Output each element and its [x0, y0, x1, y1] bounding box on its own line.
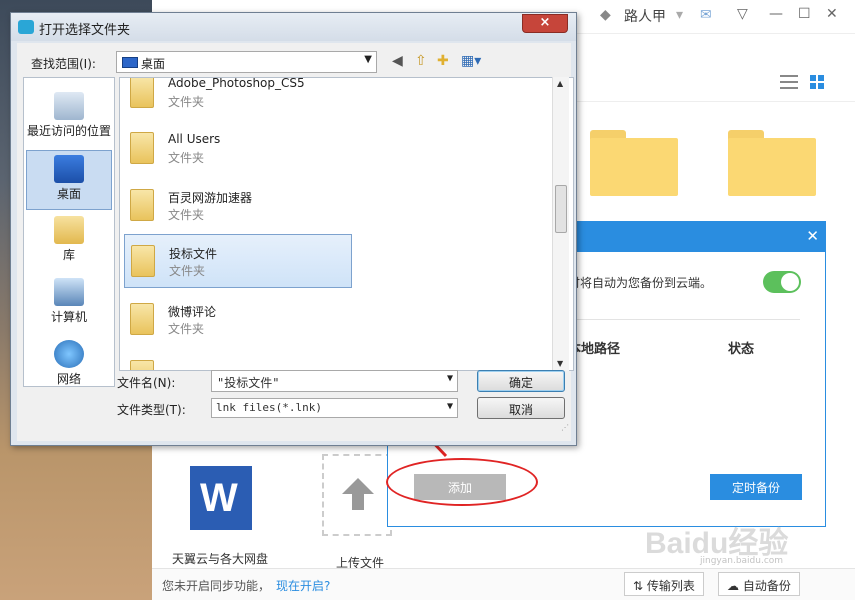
app-icon: [18, 20, 34, 34]
folder-icon: [130, 78, 154, 108]
file-list: Adobe_Photoshop_CS5 文件夹 All Users 文件夹 百灵…: [119, 77, 574, 371]
user-name[interactable]: 路人甲: [624, 6, 666, 26]
folder-icon: [130, 189, 154, 221]
place-computer[interactable]: 计算机: [24, 274, 114, 334]
watermark-url: jingyan.baidu.com: [700, 556, 784, 566]
scrollbar-thumb[interactable]: [555, 185, 567, 233]
sync-status-text: 您未开启同步功能，: [162, 579, 271, 593]
dialog-title: 打开选择文件夹: [39, 23, 131, 38]
item-type: 文件夹: [169, 264, 206, 278]
transfer-list-label: 传输列表: [646, 579, 695, 593]
upload-file-tile[interactable]: [322, 454, 392, 536]
scheduled-backup-button[interactable]: 定时备份: [710, 474, 802, 500]
item-name: 百灵网游加速器: [168, 191, 253, 205]
chevron-down-icon: ▼: [364, 54, 372, 65]
upload-arrow-icon: [342, 478, 374, 494]
transfer-list-button[interactable]: ⇅ 传输列表: [624, 572, 704, 596]
resize-grip-icon[interactable]: ⋰: [561, 423, 571, 433]
item-name: All Users: [168, 132, 221, 146]
place-network[interactable]: 网络: [24, 336, 114, 396]
dialog-close-button[interactable]: ×: [522, 14, 568, 33]
list-item[interactable]: 百灵网游加速器 文件夹: [124, 179, 352, 233]
dialog-titlebar: 打开选择文件夹 ×: [11, 13, 576, 41]
minimize-icon[interactable]: —: [769, 6, 783, 22]
back-icon[interactable]: ◀: [392, 53, 403, 69]
annotation-circle: [386, 458, 538, 506]
list-view-icon[interactable]: [780, 75, 798, 89]
chevron-down-icon[interactable]: ▾: [676, 7, 683, 23]
place-label: 桌面: [56, 187, 81, 201]
library-icon: [54, 216, 84, 244]
filename-label: 文件名(N):: [117, 376, 176, 390]
look-in-value: 桌面: [141, 57, 166, 71]
look-in-select[interactable]: 桌面 ▼: [116, 51, 377, 73]
filetype-label: 文件类型(T):: [117, 403, 186, 417]
item-name: 微博评论: [168, 305, 217, 319]
filetype-select[interactable]: lnk files(*.lnk) ▼: [211, 398, 458, 418]
folder-icon: [130, 360, 154, 370]
scroll-down-icon[interactable]: ▼: [557, 359, 563, 368]
place-library[interactable]: 库: [24, 212, 114, 272]
look-in-label: 查找范围(I):: [31, 57, 96, 71]
desktop-icon: [54, 155, 84, 183]
folder-picker-dialog: 打开选择文件夹 × 查找范围(I): 桌面 ▼ ◀ ⇧ ✚ ▦▾ 最近访问的位置…: [10, 12, 577, 446]
column-header-status: 状态: [728, 342, 755, 357]
place-desktop[interactable]: 桌面: [26, 150, 112, 210]
list-item[interactable]: All Users 文件夹: [124, 122, 352, 176]
item-type: 文件夹: [168, 95, 205, 109]
new-folder-icon[interactable]: ✚: [437, 53, 449, 69]
list-item[interactable]: Adobe_Photoshop_CS5 文件夹: [124, 77, 352, 120]
item-type: 文件夹: [168, 208, 205, 222]
folder-icon: [130, 303, 154, 335]
network-icon: [54, 340, 84, 368]
item-name: 投标文件: [169, 247, 218, 261]
chevron-down-icon[interactable]: ▼: [447, 401, 453, 412]
close-icon[interactable]: ✕: [826, 6, 838, 22]
computer-icon: [54, 278, 84, 306]
chevron-down-icon[interactable]: ▼: [447, 373, 453, 384]
desktop-icon: [122, 57, 138, 68]
place-recent[interactable]: 最近访问的位置: [24, 88, 114, 148]
filename-value: "投标文件": [217, 376, 280, 390]
file-tile-label: 天翼云与各大网盘: [172, 552, 269, 566]
folder-icon[interactable]: [590, 130, 678, 196]
cancel-button[interactable]: 取消: [477, 397, 565, 419]
auto-backup-toggle[interactable]: [763, 271, 801, 293]
diamond-icon[interactable]: ◆: [600, 7, 611, 23]
places-bar: 最近访问的位置 桌面 库 计算机 网络: [23, 77, 115, 387]
word-file-icon[interactable]: W: [190, 466, 252, 530]
item-type: 文件夹: [168, 322, 205, 336]
place-label: 网络: [56, 372, 81, 386]
place-label: 计算机: [50, 310, 87, 324]
grid-view-icon[interactable]: [810, 75, 824, 89]
item-type: 文件夹: [168, 151, 205, 165]
list-item[interactable]: [124, 350, 352, 370]
up-folder-icon[interactable]: ⇧: [415, 53, 427, 69]
filetype-value: lnk files(*.lnk): [216, 401, 322, 414]
scroll-up-icon[interactable]: ▲: [557, 79, 563, 88]
mail-icon[interactable]: ✉: [700, 7, 712, 23]
list-item-selected[interactable]: 投标文件 文件夹: [124, 234, 352, 288]
divider: [568, 319, 800, 320]
close-icon[interactable]: ✕: [806, 227, 819, 245]
skin-icon[interactable]: ▽: [737, 6, 748, 22]
folder-icon[interactable]: [728, 130, 816, 196]
place-label: 库: [62, 248, 75, 262]
auto-backup-label: 自动备份: [742, 579, 791, 593]
maximize-icon[interactable]: ☐: [798, 6, 811, 22]
list-item[interactable]: 微博评论 文件夹: [124, 293, 352, 347]
auto-backup-button[interactable]: ☁ 自动备份: [718, 572, 800, 596]
file-list-scrollbar[interactable]: ▲ ▼: [552, 77, 569, 371]
place-label: 最近访问的位置: [26, 124, 111, 138]
filename-field[interactable]: "投标文件" ▼: [211, 370, 458, 392]
backup-description: 时将自动为您备份到云端。: [568, 276, 713, 290]
item-name: Adobe_Photoshop_CS5: [168, 77, 305, 90]
view-menu-icon[interactable]: ▦▾: [461, 53, 481, 69]
enable-sync-link[interactable]: 现在开启?: [276, 577, 330, 594]
ok-button[interactable]: 确定: [477, 370, 565, 392]
folder-icon: [131, 245, 155, 277]
folder-icon: [130, 132, 154, 164]
recent-places-icon: [54, 92, 84, 120]
